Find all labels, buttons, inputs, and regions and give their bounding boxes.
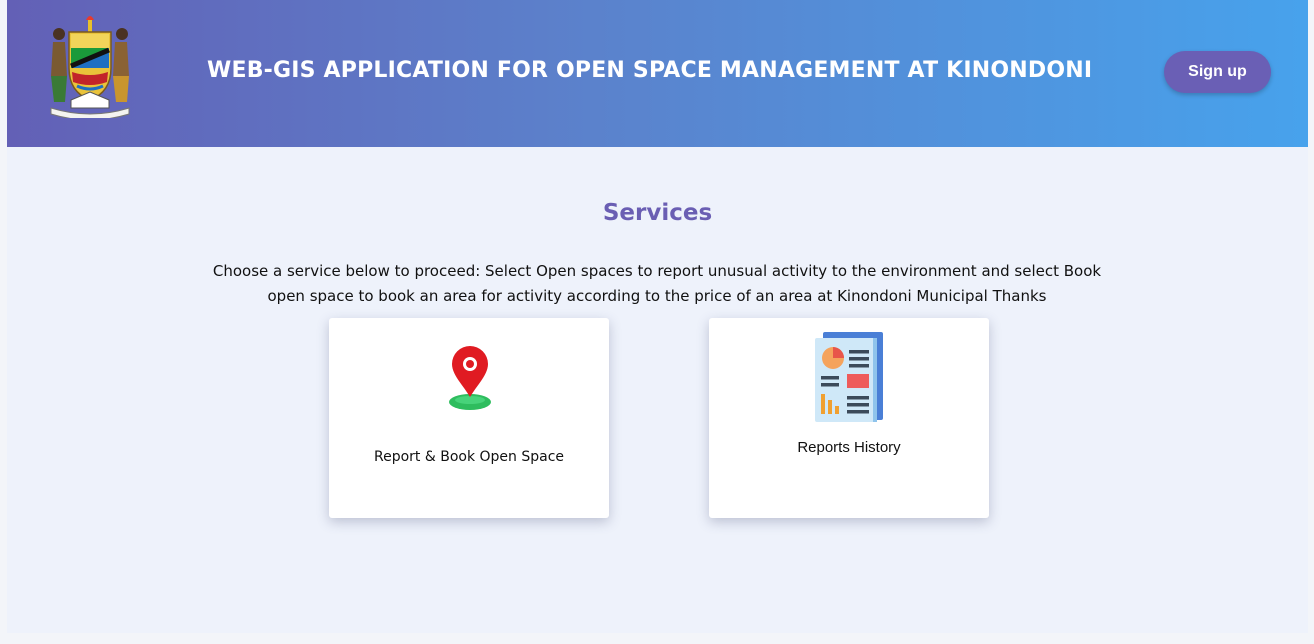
card-label-reports-history: Reports History	[797, 439, 901, 456]
page-frame: WEB-GIS APPLICATION FOR OPEN SPACE MANAG…	[7, 0, 1308, 633]
services-heading: Services	[602, 200, 713, 226]
header-bar: WEB-GIS APPLICATION FOR OPEN SPACE MANAG…	[7, 0, 1308, 147]
reports-history-card[interactable]: Reports History	[709, 318, 989, 518]
location-pin-icon	[449, 346, 491, 410]
sign-up-button[interactable]: Sign up	[1164, 51, 1271, 93]
card-label-report-book: Report & Book Open Space	[373, 449, 565, 465]
coat-of-arms-emblem	[50, 16, 130, 118]
app-title: WEB-GIS APPLICATION FOR OPEN SPACE MANAG…	[207, 58, 1093, 83]
report-book-open-space-card[interactable]: Report & Book Open Space	[329, 318, 609, 518]
report-document-icon	[815, 332, 883, 422]
services-intro-text: Choose a service below to proceed: Selec…	[212, 262, 1102, 305]
